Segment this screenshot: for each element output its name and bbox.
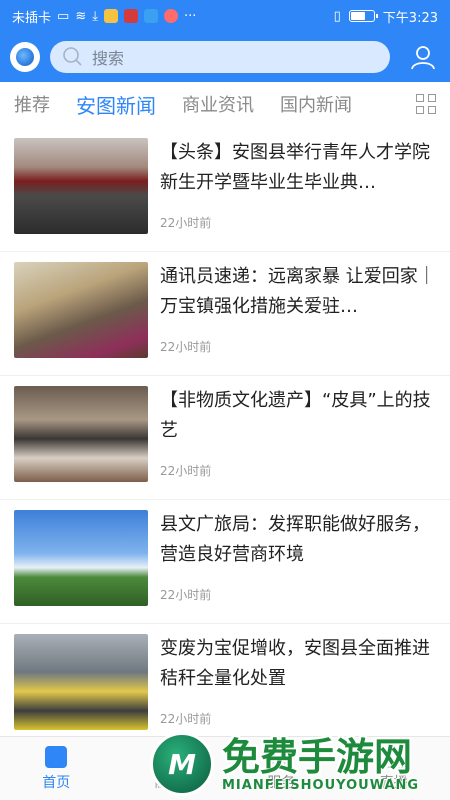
search-placeholder: 搜索 [92,49,125,68]
clock: 下午3:23 [382,10,438,26]
more-dots-icon: ··· [183,8,197,24]
tab-recommend[interactable]: 推荐 [14,91,50,117]
wifi-icon: ≋ [75,8,87,24]
nav-home[interactable]: 首页 [0,737,113,800]
news-item[interactable]: 县文广旅局：发挥职能做好服务，营造良好营商环境 22小时前 [0,500,450,624]
news-time: 22小时前 [160,712,212,726]
tab-antu-news[interactable]: 安图新闻 [76,90,156,119]
watermark-subtitle: MIANFEISHOUYOUWANG [222,777,420,793]
app-notify-icon [103,9,118,23]
app-top-bar: 未插卡 ▭ ≋ ⤓ ··· ▯ 下午3:23 搜索 [0,0,450,82]
news-title: 【非物质文化遗产】“皮具”上的技艺 [160,390,431,441]
news-thumbnail [14,138,148,234]
news-time: 22小时前 [160,588,212,602]
news-item[interactable]: 【头条】安图县举行青年人才学院新生开学暨毕业生毕业典… 22小时前 [0,128,450,252]
news-title: 通讯员速递：远离家暴 让爱回家｜ 万宝镇强化措施关爱驻… [160,266,436,317]
watermark-title: 免费手游网 [222,734,413,779]
news-title: 县文广旅局：发挥职能做好服务，营造良好营商环境 [160,514,430,565]
news-time: 22小时前 [160,340,212,354]
watermark: M 免费手游网 MIANFEISHOUYOUWANG [150,728,450,800]
user-profile-button[interactable] [406,40,440,74]
status-bar: 未插卡 ▭ ≋ ⤓ ··· ▯ 下午3:23 [0,0,450,32]
news-time: 22小时前 [160,216,212,230]
tab-domestic-news[interactable]: 国内新闻 [280,91,352,117]
news-list: 【头条】安图县举行青年人才学院新生开学暨毕业生毕业典… 22小时前 通讯员速递：… [0,128,450,748]
user-icon [411,46,435,70]
news-title: 【头条】安图县举行青年人才学院新生开学暨毕业生毕业典… [160,142,430,193]
search-input[interactable]: 搜索 [50,41,390,73]
sim-icon: ▭ [57,8,70,24]
news-thumbnail [14,634,148,730]
news-thumbnail [14,510,148,606]
news-thumbnail [14,262,148,358]
search-icon [63,47,82,66]
carrier-label: 未插卡 [12,10,52,26]
nav-label: 首页 [42,774,71,791]
tab-business[interactable]: 商业资讯 [182,91,254,117]
header: 搜索 [0,34,450,80]
channel-grid-icon[interactable] [416,94,436,114]
vibrate-icon: ▯ [333,8,341,24]
home-icon [45,745,68,768]
download-icon: ⤓ [92,8,98,24]
news-item[interactable]: 通讯员速递：远离家暴 让爱回家｜ 万宝镇强化措施关爱驻… 22小时前 [0,252,450,376]
app-notify-icon [143,9,158,23]
app-notify-icon [163,9,178,23]
category-tabs: 推荐 安图新闻 商业资讯 国内新闻 [0,82,450,126]
app-logo[interactable] [10,42,40,72]
app-notify-icon [123,9,138,23]
watermark-logo: M [150,732,214,796]
news-item[interactable]: 【非物质文化遗产】“皮具”上的技艺 22小时前 [0,376,450,500]
battery-icon [348,10,378,22]
news-time: 22小时前 [160,464,212,478]
news-title: 变废为宝促增收，安图县全面推进秸秆全量化处置 [160,638,430,689]
news-thumbnail [14,386,148,482]
